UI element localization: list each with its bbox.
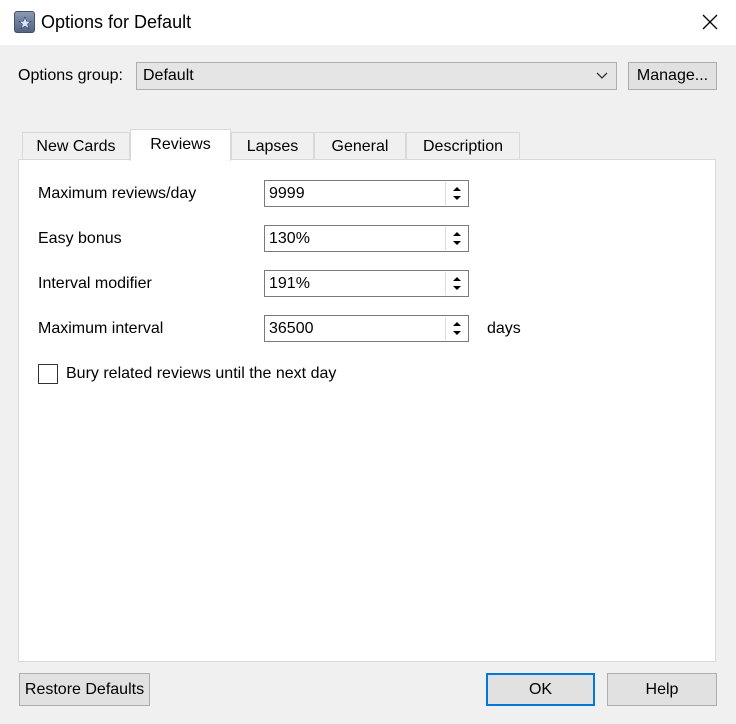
- interval-modifier-label: Interval modifier: [38, 275, 152, 292]
- tab-lapses[interactable]: Lapses: [231, 132, 314, 160]
- easy-bonus-spinbox[interactable]: 130%: [264, 225, 469, 252]
- manage-button[interactable]: Manage...: [628, 62, 717, 90]
- anki-icon: [14, 11, 35, 33]
- max-interval-spinbox[interactable]: 36500: [264, 315, 469, 342]
- spin-arrows-icon[interactable]: [445, 227, 467, 250]
- options-group-select[interactable]: Default: [136, 62, 617, 90]
- tab-new-cards[interactable]: New Cards: [22, 132, 130, 160]
- bury-reviews-checkbox[interactable]: [38, 364, 58, 384]
- tab-description[interactable]: Description: [406, 132, 520, 160]
- easy-bonus-value: 130%: [269, 230, 310, 247]
- chevron-down-icon: [596, 72, 608, 79]
- max-interval-unit: days: [487, 320, 521, 337]
- help-button[interactable]: Help: [607, 673, 717, 706]
- spin-arrows-icon[interactable]: [445, 317, 467, 340]
- ok-button[interactable]: OK: [486, 673, 595, 706]
- interval-modifier-spinbox[interactable]: 191%: [264, 270, 469, 297]
- easy-bonus-label: Easy bonus: [38, 230, 122, 247]
- max-reviews-value: 9999: [269, 185, 305, 202]
- max-reviews-label: Maximum reviews/day: [38, 185, 197, 202]
- tab-reviews[interactable]: Reviews: [130, 129, 231, 161]
- tab-general[interactable]: General: [314, 132, 406, 160]
- spin-arrows-icon[interactable]: [445, 272, 467, 295]
- interval-modifier-value: 191%: [269, 275, 310, 292]
- max-reviews-spinbox[interactable]: 9999: [264, 180, 469, 207]
- max-interval-label: Maximum interval: [38, 320, 164, 337]
- title-bar: Options for Default: [0, 0, 736, 45]
- options-group-label: Options group:: [18, 67, 123, 84]
- spin-arrows-icon[interactable]: [445, 182, 467, 205]
- close-icon: [702, 14, 718, 30]
- options-group-value: Default: [143, 67, 194, 84]
- bury-reviews-label[interactable]: Bury related reviews until the next day: [66, 365, 336, 383]
- max-interval-value: 36500: [269, 320, 314, 337]
- window-title: Options for Default: [41, 12, 192, 32]
- restore-defaults-button[interactable]: Restore Defaults: [19, 673, 150, 706]
- close-button[interactable]: [684, 0, 736, 45]
